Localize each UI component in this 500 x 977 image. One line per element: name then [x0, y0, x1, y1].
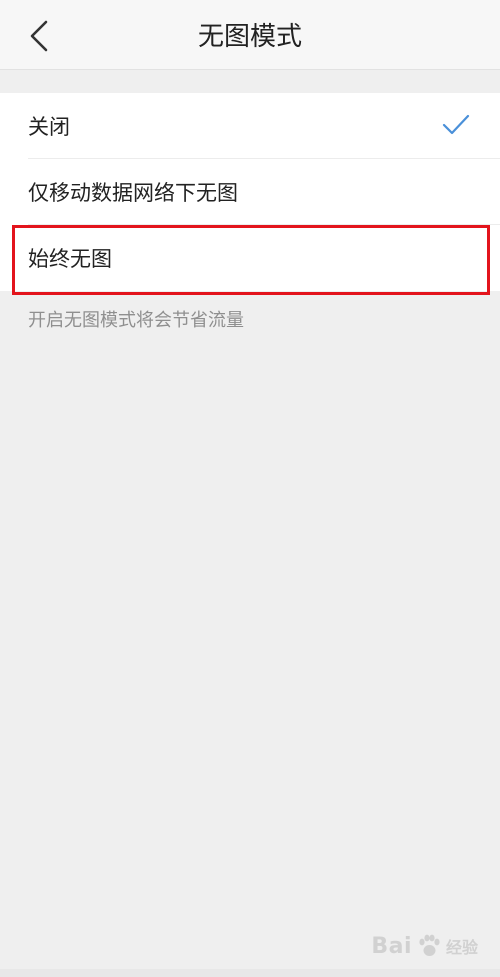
option-label: 仅移动数据网络下无图: [28, 181, 238, 205]
option-label: 关闭: [28, 115, 70, 139]
watermark-brand: Bai: [371, 933, 412, 959]
checkmark-icon: [442, 114, 470, 135]
option-mobile-data-only[interactable]: 仅移动数据网络下无图: [0, 159, 500, 225]
option-off[interactable]: 关闭: [0, 93, 500, 159]
watermark-suffix: 经验: [445, 938, 478, 957]
hint-text: 开启无图模式将会节省流量: [28, 310, 244, 331]
image-mode-options: 关闭 仅移动数据网络下无图 始终无图: [0, 93, 500, 291]
option-always-no-image[interactable]: 始终无图: [0, 225, 500, 291]
bottom-edge: [0, 969, 500, 977]
option-label: 始终无图: [28, 247, 112, 271]
page-title: 无图模式: [197, 22, 302, 52]
navigation-bar: 无图模式: [0, 0, 500, 70]
watermark: Bai 经验: [371, 933, 478, 959]
paw-icon: [419, 934, 440, 956]
